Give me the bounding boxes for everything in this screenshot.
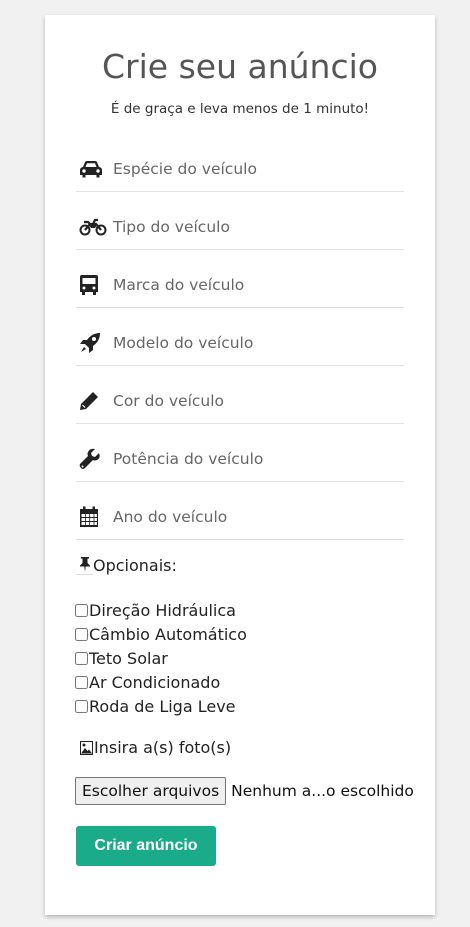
optional-item[interactable]: Roda de Liga Leve	[75, 694, 247, 718]
model-input[interactable]	[113, 334, 383, 352]
automatic-gearbox-checkbox[interactable]	[75, 627, 88, 641]
pushpin-icon	[76, 556, 93, 575]
color-input[interactable]	[113, 392, 383, 410]
bus-icon	[79, 271, 107, 299]
optional-item[interactable]: Teto Solar	[75, 646, 247, 670]
page-title: Crie seu anúncio	[102, 47, 378, 86]
wrench-icon	[79, 445, 107, 473]
optionals-label: Opcionais:	[93, 556, 177, 575]
optional-item[interactable]: Câmbio Automático	[75, 622, 247, 646]
optional-item[interactable]: Direção Hidráulica	[75, 598, 247, 622]
power-input[interactable]	[113, 450, 383, 468]
optional-label: Ar Condicionado	[89, 672, 221, 692]
rocket-icon	[79, 329, 107, 357]
create-ad-button[interactable]: Criar anúncio	[76, 826, 216, 866]
power-steering-checkbox[interactable]	[75, 603, 88, 617]
motorcycle-icon	[79, 213, 107, 241]
optional-label: Teto Solar	[89, 648, 168, 668]
color-field	[76, 379, 404, 424]
file-input: Escolher arquivos Nenhum a...o escolhido	[75, 777, 414, 805]
species-input[interactable]	[113, 160, 383, 178]
optional-label: Roda de Liga Leve	[89, 696, 236, 716]
model-field	[76, 321, 404, 366]
species-field	[76, 147, 404, 192]
car-icon	[79, 155, 107, 183]
file-status: Nenhum a...o escolhido	[231, 782, 414, 800]
optional-item[interactable]: Ar Condicionado	[75, 670, 247, 694]
pencil-icon	[79, 387, 107, 415]
alloy-wheels-checkbox[interactable]	[75, 699, 88, 713]
brand-input[interactable]	[113, 276, 383, 294]
ad-form-card: Crie seu anúncio É de graça e leva menos…	[45, 15, 435, 915]
choose-files-button[interactable]: Escolher arquivos	[75, 777, 227, 805]
image-icon	[80, 740, 93, 755]
photo-label-text: Insira a(s) foto(s)	[94, 738, 232, 757]
brand-field	[76, 263, 404, 308]
page-subtitle: É de graça e leva menos de 1 minuto!	[110, 101, 370, 117]
type-field	[76, 205, 404, 250]
power-field	[76, 437, 404, 482]
year-input[interactable]	[113, 508, 383, 526]
optionals-list: Direção Hidráulica Câmbio Automático Tet…	[75, 598, 247, 718]
sunroof-checkbox[interactable]	[75, 651, 88, 665]
year-field	[76, 495, 404, 540]
type-input[interactable]	[113, 218, 383, 236]
optional-label: Câmbio Automático	[89, 624, 247, 644]
air-conditioning-checkbox[interactable]	[75, 675, 88, 689]
optionals-heading: Opcionais:	[76, 556, 177, 575]
photo-upload-label: Insira a(s) foto(s)	[80, 738, 231, 757]
calendar-icon	[79, 503, 107, 531]
optional-label: Direção Hidráulica	[89, 600, 236, 620]
